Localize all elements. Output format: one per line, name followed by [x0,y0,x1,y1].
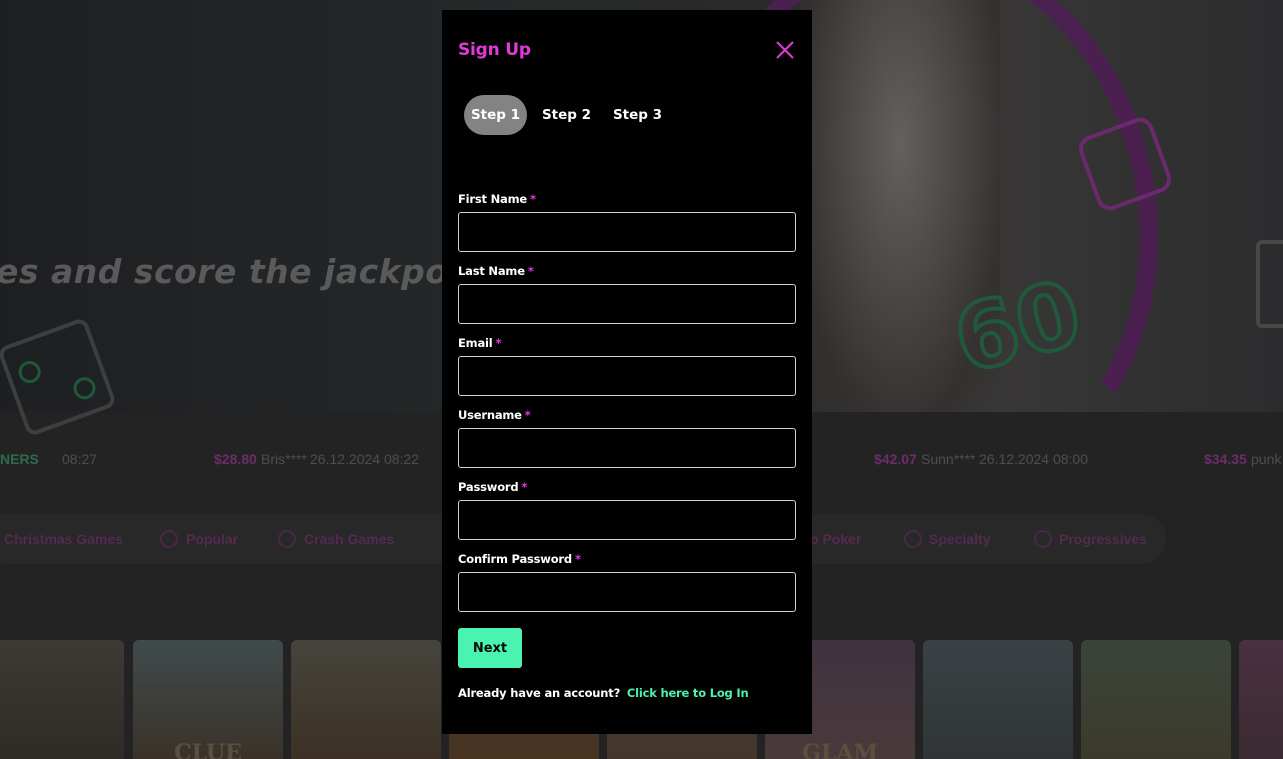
ticker-label: NERS [0,451,39,467]
signup-modal: Sign Up Step 1 Step 2 Step 3 First Name *… [442,10,812,734]
first-name-label: First Name * [458,192,536,206]
tab-step-3[interactable]: Step 3 [606,95,669,135]
ticker-user: Bris**** [261,451,307,467]
hero-headline: es and score the jackpots! [0,252,501,291]
next-button[interactable]: Next [458,628,522,668]
required-marker: * [495,336,502,350]
required-marker: * [574,552,581,566]
game-tile[interactable] [1081,640,1231,759]
confirm-password-input[interactable] [458,572,796,612]
last-name-input[interactable] [458,284,796,324]
neon-shape-decoration [1256,240,1283,328]
game-tile[interactable] [1239,640,1283,759]
category-popular[interactable]: Popular [186,531,238,547]
game-tile[interactable] [923,640,1073,759]
tab-step-2[interactable]: Step 2 [535,95,598,135]
username-label: Username * [458,408,531,422]
ticker-amount: $42.07 [874,451,917,467]
confirm-password-label: Confirm Password * [458,552,581,566]
modal-title: Sign Up [458,40,531,60]
category-progressives[interactable]: Progressives [1059,531,1147,547]
required-marker: * [524,408,531,422]
password-input[interactable] [458,500,796,540]
jackpot-icon [1034,530,1052,548]
chest-icon [904,530,922,548]
login-prompt-line: Already have an account? Click here to L… [458,686,749,700]
login-link[interactable]: Click here to Log In [627,686,749,700]
page: es and score the jackpots! 60 NERS 08:27… [0,0,1283,759]
star-icon [160,530,178,548]
required-marker: * [527,264,534,278]
category-video-poker[interactable]: o Poker [810,531,861,547]
ticker-time: 26.12.2024 08:00 [979,451,1088,467]
password-label: Password * [458,480,528,494]
game-tile[interactable]: CLUE [133,640,283,759]
first-name-input[interactable] [458,212,796,252]
email-label: Email * [458,336,502,350]
game-tile[interactable] [291,640,441,759]
required-marker: * [521,480,528,494]
login-prompt-text: Already have an account? [458,686,621,700]
tab-step-1[interactable]: Step 1 [464,95,527,135]
last-name-label: Last Name * [458,264,534,278]
rocket-icon [278,530,296,548]
close-icon [776,41,794,59]
ticker-amount: $34.35 [1204,451,1247,467]
ticker-amount: $28.80 [214,451,257,467]
game-tile[interactable] [0,640,124,759]
category-specialty[interactable]: Specialty [929,531,990,547]
username-input[interactable] [458,428,796,468]
ticker-user: punk [1251,451,1282,467]
ticker-time: 26.12.2024 08:22 [310,451,419,467]
category-crash-games[interactable]: Crash Games [304,531,394,547]
close-button[interactable] [774,39,796,61]
category-christmas-games[interactable]: Christmas Games [4,531,123,547]
ticker-user: Sunn**** [921,451,976,467]
required-marker: * [529,192,536,206]
ticker-time: 08:27 [62,451,98,467]
email-input[interactable] [458,356,796,396]
